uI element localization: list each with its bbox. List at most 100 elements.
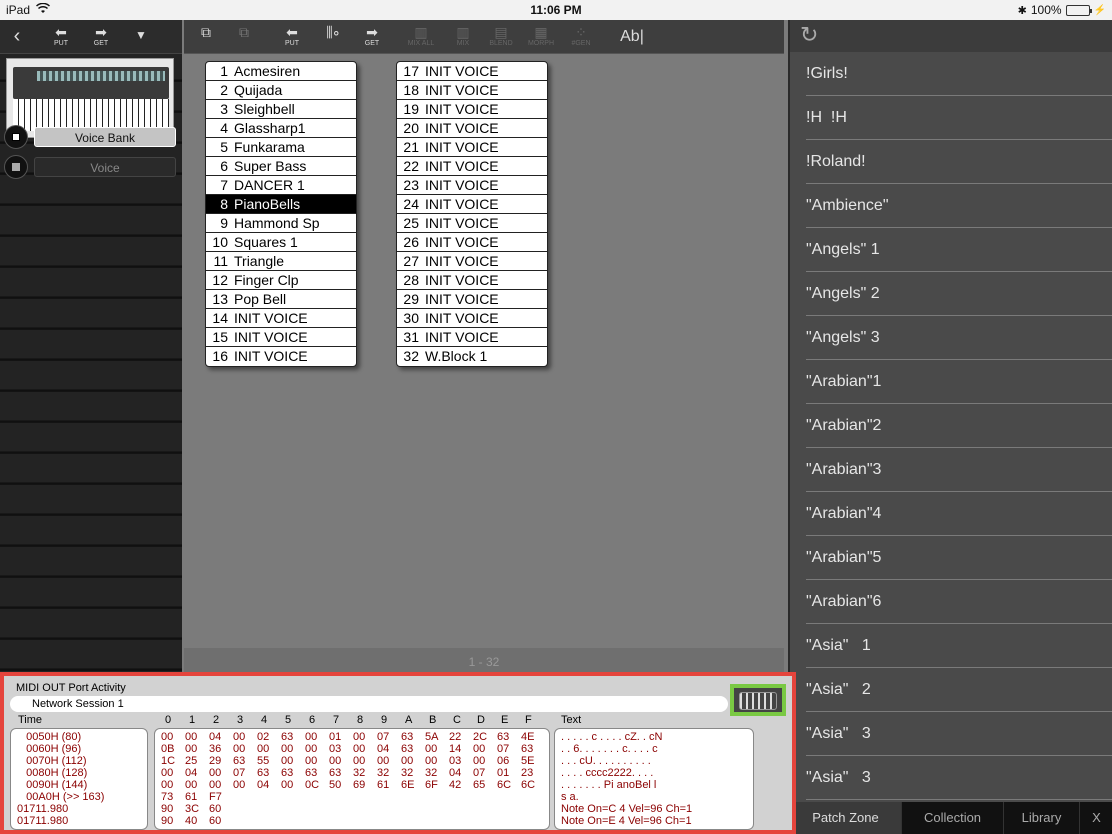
patch-list-item[interactable]: "Angels" 1 bbox=[806, 228, 1112, 272]
voice-row[interactable]: 27 INIT VOICE bbox=[397, 252, 547, 271]
voice-row[interactable]: 22 INIT VOICE bbox=[397, 157, 547, 176]
voice-row[interactable]: 10 Squares 1 bbox=[206, 233, 356, 252]
text-entry: . . . . cccc2222. . . . bbox=[561, 767, 654, 779]
patch-list-item[interactable]: !Roland! bbox=[806, 140, 1112, 184]
voice-name: INIT VOICE bbox=[425, 120, 499, 136]
voice-row[interactable]: 3 Sleighbell bbox=[206, 100, 356, 119]
morph-button[interactable]: ▦ MORPH bbox=[526, 24, 556, 50]
voice-row[interactable]: 8 PianoBells bbox=[206, 195, 356, 214]
close-button[interactable]: X bbox=[1080, 802, 1112, 834]
voice-number: 28 bbox=[403, 272, 419, 288]
voice-name: INIT VOICE bbox=[425, 63, 499, 79]
text-tool-button[interactable]: Ab| bbox=[616, 24, 648, 50]
gen-button[interactable]: ⁘ #GEN bbox=[566, 24, 596, 50]
voice-row[interactable]: 7 DANCER 1 bbox=[206, 176, 356, 195]
voice-row[interactable]: 32 W.Block 1 bbox=[397, 347, 547, 366]
patch-list-item[interactable]: "Arabian"1 bbox=[806, 360, 1112, 404]
time-column-label: Time bbox=[18, 714, 43, 726]
voice-row[interactable]: 17 INIT VOICE bbox=[397, 62, 547, 81]
patch-list-item[interactable]: "Asia" 3 bbox=[806, 712, 1112, 756]
radio-off-icon bbox=[4, 155, 28, 179]
mix-button[interactable]: ▥ MIX bbox=[448, 24, 478, 50]
hex-byte: 63 bbox=[233, 755, 246, 767]
text-column-label: Text bbox=[561, 714, 582, 726]
keyboard-button[interactable] bbox=[730, 684, 786, 716]
text-log: . . . . . c . . . . cZ. . cN. . 6. . . .… bbox=[554, 728, 754, 830]
voice-row[interactable]: 14 INIT VOICE bbox=[206, 309, 356, 328]
refresh-icon[interactable]: ↻ bbox=[800, 23, 818, 47]
patch-list-item[interactable]: "Angels" 3 bbox=[806, 316, 1112, 360]
hex-byte: 1C bbox=[161, 755, 176, 767]
patch-list-item[interactable]: "Asia" 1 bbox=[806, 624, 1112, 668]
voice-row[interactable]: 24 INIT VOICE bbox=[397, 195, 547, 214]
voice-row[interactable]: 19 INIT VOICE bbox=[397, 100, 547, 119]
voice-name: Funkarama bbox=[234, 139, 305, 155]
patch-list-item[interactable]: "Arabian"3 bbox=[806, 448, 1112, 492]
hex-column-label: 3 bbox=[237, 714, 244, 726]
voice-row[interactable]: 15 INIT VOICE bbox=[206, 328, 356, 347]
patch-list-item[interactable]: "Arabian"5 bbox=[806, 536, 1112, 580]
voice-row[interactable]: 31 INIT VOICE bbox=[397, 328, 547, 347]
menu-button[interactable]: ▼ bbox=[130, 24, 152, 50]
voice-row[interactable]: 4 Glassharp1 bbox=[206, 119, 356, 138]
voice-row[interactable]: 20 INIT VOICE bbox=[397, 119, 547, 138]
time-entry: 01711.980 bbox=[17, 815, 69, 827]
back-button[interactable]: ‹ bbox=[6, 24, 28, 50]
voice-row[interactable]: 29 INIT VOICE bbox=[397, 290, 547, 309]
voice-row[interactable]: 23 INIT VOICE bbox=[397, 176, 547, 195]
put-arrow-button[interactable]: ⬅ PUT bbox=[280, 24, 304, 50]
copy-button[interactable]: ⧉ bbox=[196, 24, 216, 50]
tab-collection[interactable]: Collection bbox=[902, 802, 1004, 834]
patch-list-item[interactable]: "Arabian"4 bbox=[806, 492, 1112, 536]
sliders-icon: ⫼∘ bbox=[326, 24, 340, 40]
voice-row[interactable]: 21 INIT VOICE bbox=[397, 138, 547, 157]
sidebar-item-voice[interactable]: Voice bbox=[0, 152, 182, 182]
paste-button[interactable]: ⧉ bbox=[234, 24, 254, 50]
hex-column-label: 9 bbox=[381, 714, 388, 726]
patch-list-item[interactable]: !H !H bbox=[806, 96, 1112, 140]
patch-list-item[interactable]: "Asia" 2 bbox=[806, 668, 1112, 712]
patch-list-item[interactable]: !Girls! bbox=[806, 52, 1112, 96]
voice-row[interactable]: 30 INIT VOICE bbox=[397, 309, 547, 328]
hex-byte: 69 bbox=[353, 779, 366, 791]
put-button[interactable]: ⬅ PUT bbox=[48, 24, 74, 50]
hex-byte: 63 bbox=[281, 731, 294, 743]
voice-row[interactable]: 25 INIT VOICE bbox=[397, 214, 547, 233]
time-entry: 0070H (112) bbox=[17, 755, 87, 767]
voice-row[interactable]: 2 Quijada bbox=[206, 81, 356, 100]
patch-list-item[interactable]: "Ambience" bbox=[806, 184, 1112, 228]
patch-list-item[interactable]: "Angels" 2 bbox=[806, 272, 1112, 316]
text-entry: . . . cU. . . . . . . . . . bbox=[561, 755, 651, 767]
sidebar-item-voice-bank[interactable]: Voice Bank bbox=[0, 122, 182, 152]
hex-byte: 00 bbox=[305, 743, 318, 755]
patch-list-item[interactable]: "Arabian"2 bbox=[806, 404, 1112, 448]
patch-list-item[interactable]: "Arabian"6 bbox=[806, 580, 1112, 624]
voice-name: INIT VOICE bbox=[425, 291, 499, 307]
hex-column-label: F bbox=[525, 714, 532, 726]
voice-row[interactable]: 5 Funkarama bbox=[206, 138, 356, 157]
voice-row[interactable]: 13 Pop Bell bbox=[206, 290, 356, 309]
voice-row[interactable]: 6 Super Bass bbox=[206, 157, 356, 176]
sliders-button[interactable]: ⫼∘ bbox=[318, 24, 348, 50]
voice-row[interactable]: 11 Triangle bbox=[206, 252, 356, 271]
voice-row[interactable]: 28 INIT VOICE bbox=[397, 271, 547, 290]
voice-list-right: 17 INIT VOICE 18 INIT VOICE 19 INIT VOICE 20 IN… bbox=[396, 61, 548, 367]
patch-list-item[interactable]: "Asia" 3 bbox=[806, 756, 1112, 800]
hex-byte: 00 bbox=[257, 743, 270, 755]
hex-byte: 00 bbox=[329, 755, 342, 767]
get-arrow-button[interactable]: ➡ GET bbox=[360, 24, 384, 50]
voice-row[interactable]: 1 Acmesiren bbox=[206, 62, 356, 81]
voice-row[interactable]: 12 Finger Clp bbox=[206, 271, 356, 290]
voice-row[interactable]: 16 INIT VOICE bbox=[206, 347, 356, 366]
blend-button[interactable]: ▤ BLEND bbox=[486, 24, 516, 50]
get-button[interactable]: ➡ GET bbox=[88, 24, 114, 50]
midi-port-field[interactable]: Network Session 1 bbox=[10, 696, 728, 712]
voice-row[interactable]: 18 INIT VOICE bbox=[397, 81, 547, 100]
tab-patch-zone[interactable]: Patch Zone bbox=[790, 802, 902, 834]
voice-row[interactable]: 9 Hammond Sp bbox=[206, 214, 356, 233]
hex-row: 00 00 04 00 02 63 00 01 00 07 63 5A 22 2C 63 4E bbox=[161, 731, 543, 743]
mix-all-button[interactable]: ▥ MIX ALL bbox=[406, 24, 436, 50]
tab-library[interactable]: Library bbox=[1004, 802, 1080, 834]
voice-row[interactable]: 26 INIT VOICE bbox=[397, 233, 547, 252]
charging-icon: ⚡ bbox=[1093, 4, 1106, 16]
